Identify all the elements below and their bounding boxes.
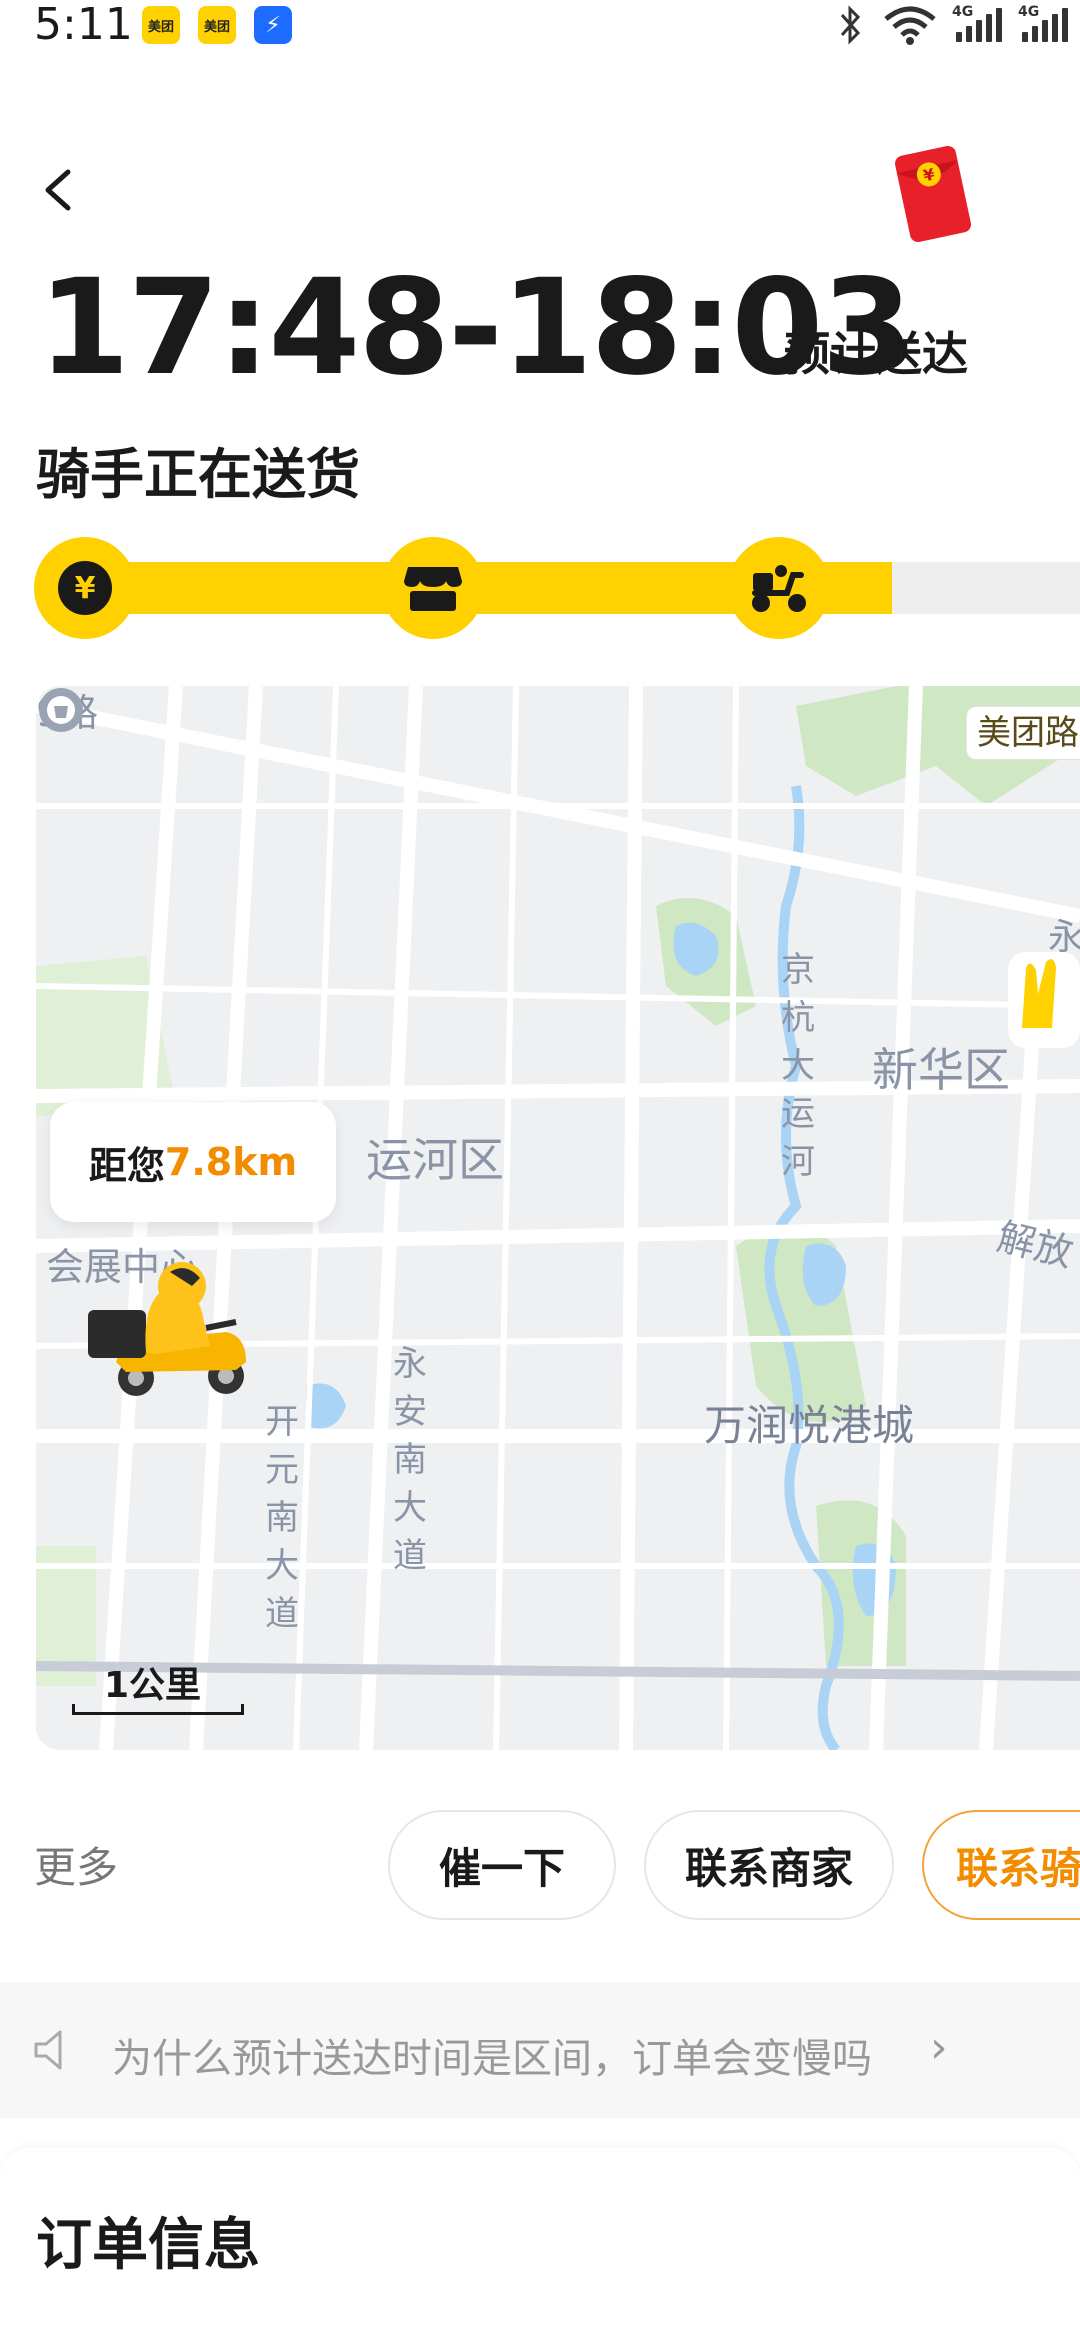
eta-time-range: 17:48-18:03 bbox=[38, 251, 913, 405]
scooter-icon bbox=[752, 565, 806, 612]
map-road-label-yongan: 永安南大道 bbox=[393, 1344, 427, 1576]
yuan-icon: ¥ bbox=[58, 561, 112, 615]
location-pin-icon bbox=[39, 688, 83, 732]
map-road-label-canal: 京杭大运河 bbox=[781, 950, 815, 1182]
progress-node-rider bbox=[728, 537, 830, 639]
delivery-map[interactable]: 9路 美团路 永 京杭大运河 新华区 解放 运河区 会展中心 开元南大道 永安南… bbox=[36, 686, 1080, 1750]
signal-4g-icon: 4G bbox=[952, 4, 1002, 42]
progress-node-store bbox=[382, 537, 484, 639]
bolt-app-badge-icon: ⚡ bbox=[254, 6, 292, 44]
contact-rider-button[interactable]: 联系骑 bbox=[922, 1810, 1080, 1920]
poi-label: 万润悦港城 bbox=[704, 1401, 915, 1450]
red-packet-icon[interactable]: ¥ bbox=[888, 140, 978, 248]
map-road-label-kaiyuan: 开元南大道 bbox=[265, 1402, 299, 1634]
status-time: 5:11 bbox=[34, 0, 133, 50]
meituan-app-badge-icon: 美团 bbox=[142, 6, 180, 44]
eta-label: 预计送达 bbox=[784, 327, 968, 381]
contact-merchant-button[interactable]: 联系商家 bbox=[644, 1810, 894, 1920]
speaker-icon bbox=[34, 2030, 62, 2070]
more-link[interactable]: 更多 bbox=[34, 1834, 118, 1895]
status-icons: 4G 4G bbox=[836, 0, 1068, 50]
map-scale-label: 1公里 bbox=[104, 1665, 202, 1706]
delivery-status-title: 骑手正在送货 bbox=[36, 443, 360, 506]
eta-notice-text: 为什么预计送达时间是区间，订单会变慢吗 bbox=[112, 2036, 872, 2082]
wifi-icon bbox=[884, 6, 936, 45]
signal-4g-icon: 4G bbox=[1018, 4, 1068, 42]
bluetooth-icon bbox=[840, 5, 861, 45]
status-bar: 5:11 美团 美团 ⚡ 4G 4G bbox=[0, 0, 1080, 56]
meituan-mascot-icon bbox=[1008, 952, 1080, 1048]
back-arrow-icon[interactable] bbox=[38, 168, 82, 212]
progress-node-paid: ¥ bbox=[34, 537, 136, 639]
order-info-title: 订单信息 bbox=[36, 2213, 260, 2278]
map-area-label: 新华区 bbox=[872, 1043, 1010, 1097]
map-scale-bar bbox=[72, 1704, 244, 1715]
meituan-road-tag: 美团路 bbox=[966, 706, 1080, 760]
store-icon bbox=[404, 567, 462, 611]
urge-button[interactable]: 催一下 bbox=[388, 1810, 616, 1920]
distance-value: 7.8km bbox=[164, 1140, 298, 1184]
map-district-label: 运河区 bbox=[366, 1133, 504, 1187]
distance-bubble: 距您 7.8km bbox=[50, 1102, 336, 1222]
rider-scooter-icon bbox=[88, 1262, 246, 1396]
chevron-right-icon: › bbox=[930, 2022, 948, 2073]
distance-prefix: 距您 bbox=[88, 1143, 165, 1188]
meituan-app-badge-icon: 美团 bbox=[198, 6, 236, 44]
